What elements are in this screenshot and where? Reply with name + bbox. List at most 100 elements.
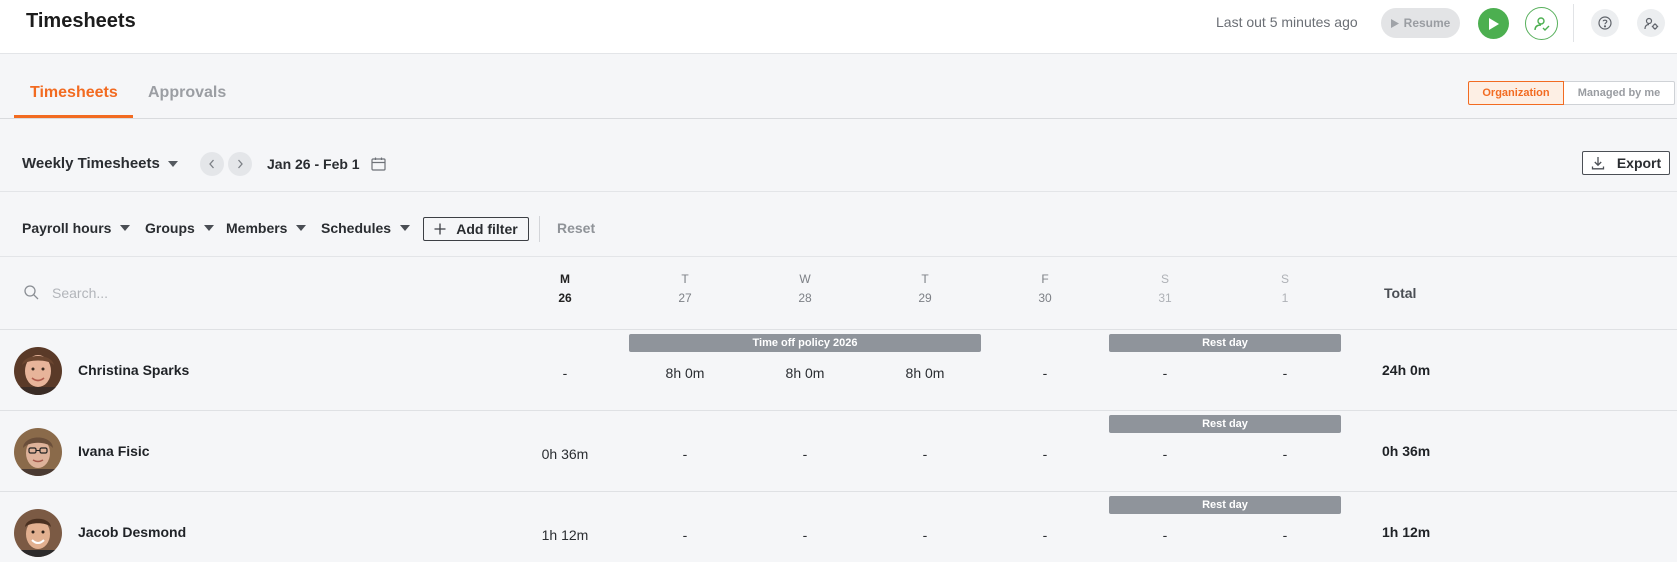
- day-cell[interactable]: -: [995, 446, 1095, 462]
- row-total: 1h 12m: [1382, 524, 1431, 540]
- filter-bar: Payroll hours Groups Members Schedules A…: [0, 192, 1677, 257]
- download-icon: [1591, 157, 1604, 170]
- plus-icon: [434, 223, 446, 235]
- chevron-down-icon: [296, 225, 307, 231]
- day-cell[interactable]: -: [995, 527, 1095, 543]
- view-label: Weekly Timesheets: [22, 155, 160, 172]
- day-cell[interactable]: -: [1115, 365, 1215, 381]
- last-out-status: Last out 5 minutes ago: [1216, 14, 1358, 30]
- table-row[interactable]: Christina Sparks Time off policy 2026 Re…: [0, 330, 1677, 411]
- reset-filters-button[interactable]: Reset: [557, 220, 595, 236]
- day-date: 1: [1281, 291, 1289, 305]
- table-row[interactable]: Jacob Desmond Rest day 1h 12m - - - - - …: [0, 492, 1677, 562]
- day-cell[interactable]: -: [635, 527, 735, 543]
- day-cell[interactable]: -: [755, 527, 855, 543]
- day-header-sat: S 31: [1135, 272, 1195, 305]
- chevron-down-icon: [203, 225, 214, 231]
- time-off-bar[interactable]: Time off policy 2026: [629, 334, 981, 352]
- day-cell[interactable]: 8h 0m: [635, 365, 735, 381]
- row-total: 24h 0m: [1382, 362, 1431, 378]
- day-date: 31: [1158, 291, 1172, 305]
- day-header-thu: T 29: [895, 272, 955, 305]
- day-cell[interactable]: 8h 0m: [875, 365, 975, 381]
- member-name[interactable]: Ivana Fisic: [78, 443, 150, 459]
- week-toolbar: Weekly Timesheets Jan 26 - Feb 1 Export: [0, 119, 1677, 192]
- day-cell[interactable]: -: [755, 446, 855, 462]
- user-status-button[interactable]: [1525, 7, 1558, 40]
- search-input[interactable]: [52, 283, 352, 303]
- next-week-button[interactable]: [228, 152, 252, 176]
- day-cell[interactable]: -: [875, 446, 975, 462]
- top-bar: Timesheets Last out 5 minutes ago Resume: [0, 0, 1677, 54]
- day-letter: S: [1160, 272, 1169, 286]
- rest-day-bar: Rest day: [1109, 415, 1341, 433]
- date-range[interactable]: Jan 26 - Feb 1: [267, 156, 360, 172]
- search-icon: [24, 285, 39, 300]
- export-button[interactable]: Export: [1582, 151, 1670, 175]
- resume-button[interactable]: Resume: [1381, 8, 1460, 38]
- filter-groups[interactable]: Groups: [145, 220, 214, 236]
- total-column-header: Total: [1384, 285, 1417, 301]
- tab-approvals[interactable]: Approvals: [148, 84, 226, 102]
- day-header-tue: T 27: [655, 272, 715, 305]
- header-divider: [1573, 4, 1574, 42]
- day-letter: T: [681, 272, 689, 286]
- settings-button[interactable]: [1637, 9, 1665, 37]
- day-letter: T: [921, 272, 929, 286]
- filter-label: Payroll hours: [22, 220, 112, 236]
- table-header: M26 T27 W28 T29 F30 S31 S1 Total: [0, 257, 1677, 330]
- day-cell[interactable]: -: [995, 365, 1095, 381]
- filter-label: Schedules: [321, 220, 392, 236]
- filter-members[interactable]: Members: [226, 220, 307, 236]
- tab-timesheets[interactable]: Timesheets: [30, 84, 118, 102]
- day-cell[interactable]: -: [1235, 446, 1335, 462]
- help-button[interactable]: [1591, 9, 1619, 37]
- organization-toggle[interactable]: Organization: [1468, 81, 1564, 105]
- member-name[interactable]: Jacob Desmond: [78, 524, 186, 540]
- table-row[interactable]: Ivana Fisic Rest day 0h 36m - - - - - - …: [0, 411, 1677, 492]
- day-date: 26: [558, 291, 572, 305]
- user-check-icon: [1533, 16, 1549, 31]
- day-cell[interactable]: -: [1235, 527, 1335, 543]
- view-dropdown[interactable]: Weekly Timesheets: [22, 155, 178, 172]
- calendar-icon[interactable]: [371, 157, 386, 171]
- export-label: Export: [1616, 155, 1662, 171]
- avatar: [14, 509, 62, 557]
- filter-payroll-hours[interactable]: Payroll hours: [22, 220, 131, 236]
- rest-day-bar: Rest day: [1109, 496, 1341, 514]
- avatar: [14, 347, 62, 395]
- day-cell[interactable]: 0h 36m: [515, 446, 615, 462]
- start-timer-button[interactable]: [1478, 8, 1509, 39]
- add-filter-button[interactable]: Add filter: [423, 217, 529, 241]
- previous-week-button[interactable]: [200, 152, 224, 176]
- play-icon: [1489, 17, 1499, 30]
- day-cell[interactable]: -: [515, 365, 615, 381]
- day-cell[interactable]: -: [1115, 527, 1215, 543]
- avatar: [14, 428, 62, 476]
- day-header-mon: M 26: [535, 272, 595, 305]
- chevron-down-icon: [120, 225, 131, 231]
- day-cell[interactable]: -: [875, 527, 975, 543]
- day-header-fri: F 30: [1015, 272, 1075, 305]
- chevron-left-icon: [209, 159, 214, 169]
- day-cell[interactable]: 8h 0m: [755, 365, 855, 381]
- day-letter: F: [1041, 272, 1049, 286]
- day-cell[interactable]: -: [1115, 446, 1215, 462]
- member-name[interactable]: Christina Sparks: [78, 362, 189, 378]
- scope-toggle: Organization Managed by me: [1468, 81, 1675, 105]
- settings-icon: [1643, 17, 1658, 30]
- day-date: 27: [678, 291, 692, 305]
- rest-day-bar: Rest day: [1109, 334, 1341, 352]
- managed-by-me-toggle[interactable]: Managed by me: [1564, 81, 1675, 105]
- day-letter: W: [799, 272, 811, 286]
- day-cell[interactable]: -: [1235, 365, 1335, 381]
- day-date: 29: [918, 291, 932, 305]
- chevron-right-icon: [238, 159, 243, 169]
- tabs-row: Timesheets Approvals Organization Manage…: [0, 54, 1677, 119]
- day-date: 30: [1038, 291, 1052, 305]
- active-tab-indicator: [14, 115, 133, 118]
- filter-schedules[interactable]: Schedules: [321, 220, 411, 236]
- day-cell[interactable]: -: [635, 446, 735, 462]
- day-cell[interactable]: 1h 12m: [515, 527, 615, 543]
- help-icon: [1598, 16, 1612, 30]
